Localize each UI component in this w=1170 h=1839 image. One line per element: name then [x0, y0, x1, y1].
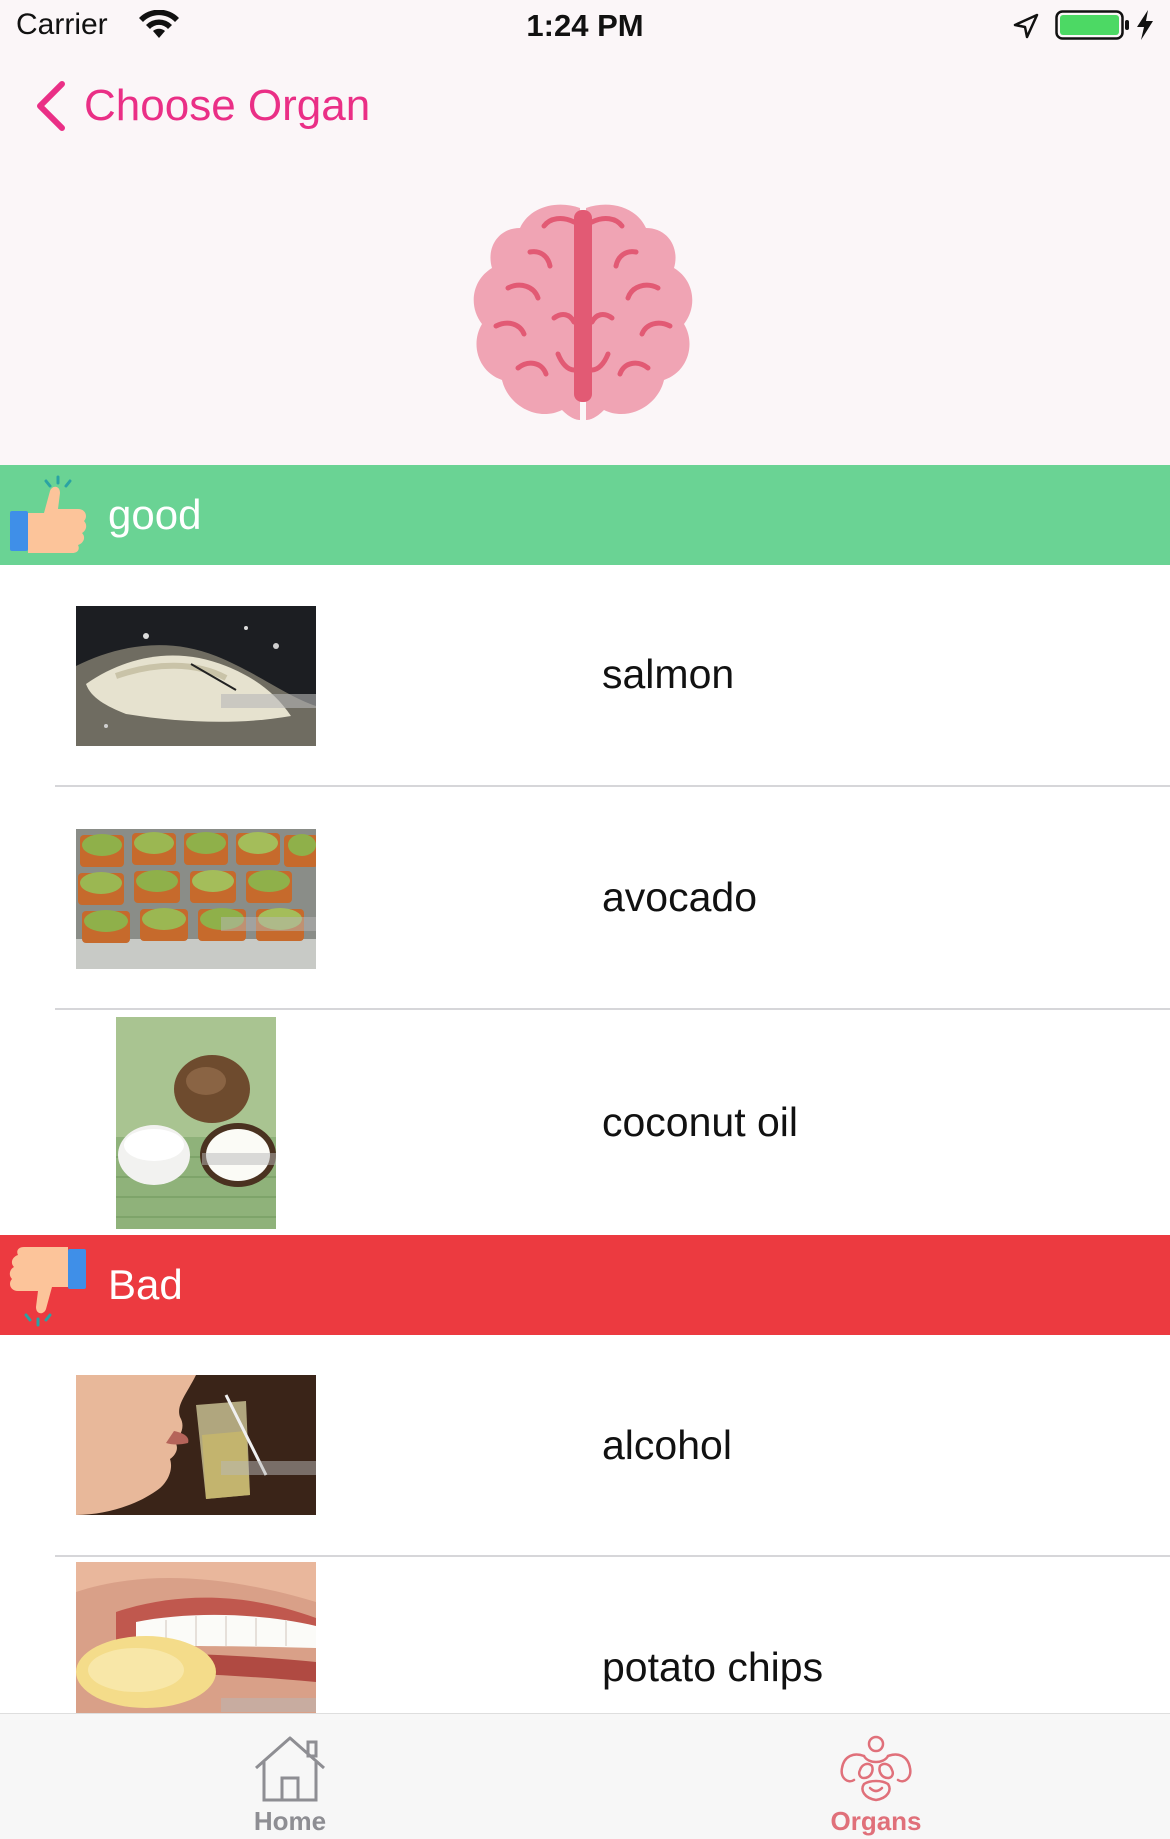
list-item[interactable]: salmon	[0, 565, 1170, 787]
tab-label: Organs	[830, 1806, 922, 1836]
item-label: avocado	[602, 874, 758, 920]
organs-body-icon	[840, 1735, 912, 1802]
coconut-oil-photo	[116, 1017, 276, 1229]
section-label-bad: Bad	[108, 1261, 183, 1308]
screen: Carrier 1:24 PM Choose Organ good salmon…	[0, 0, 1170, 1839]
salmon-photo	[76, 606, 316, 746]
tab-label: Home	[253, 1806, 327, 1836]
thumbs-down-icon	[9, 1247, 86, 1327]
tab-home[interactable]: Home	[170, 1714, 410, 1839]
house-icon	[255, 1736, 325, 1802]
back-label: Choose Organ	[84, 81, 371, 130]
section-label-good: good	[108, 491, 202, 538]
organ-header: Choose Organ	[0, 50, 1170, 465]
thumbs-up-icon	[10, 475, 87, 553]
location-arrow-icon	[1013, 13, 1039, 39]
row-divider	[55, 1555, 1170, 1557]
list-item[interactable]: alcohol	[0, 1335, 1170, 1557]
battery-icon	[1055, 10, 1129, 40]
avocado-toast-photo	[76, 829, 316, 969]
status-bar: Carrier 1:24 PM	[0, 0, 1170, 50]
tab-organs[interactable]: Organs	[756, 1714, 996, 1839]
chevron-left-icon	[37, 81, 65, 131]
list-item[interactable]: avocado	[0, 788, 1170, 1010]
section-header-bad: Bad	[0, 1235, 1170, 1335]
back-button[interactable]: Choose Organ	[30, 76, 370, 136]
list-item[interactable]: coconut oil	[0, 1011, 1170, 1235]
item-label: coconut oil	[602, 1099, 799, 1145]
item-label: alcohol	[602, 1422, 732, 1468]
item-label: potato chips	[602, 1644, 824, 1690]
section-header-good: good	[0, 465, 1170, 565]
tab-bar: Home Organs	[0, 1713, 1170, 1839]
status-time: 1:24 PM	[526, 8, 644, 43]
brain-icon	[473, 204, 693, 420]
row-divider	[55, 1008, 1170, 1010]
charging-bolt-icon	[1137, 10, 1153, 40]
alcohol-photo	[76, 1375, 316, 1515]
potato-chips-photo	[76, 1562, 316, 1713]
row-divider	[55, 785, 1170, 787]
item-label: salmon	[602, 651, 735, 697]
